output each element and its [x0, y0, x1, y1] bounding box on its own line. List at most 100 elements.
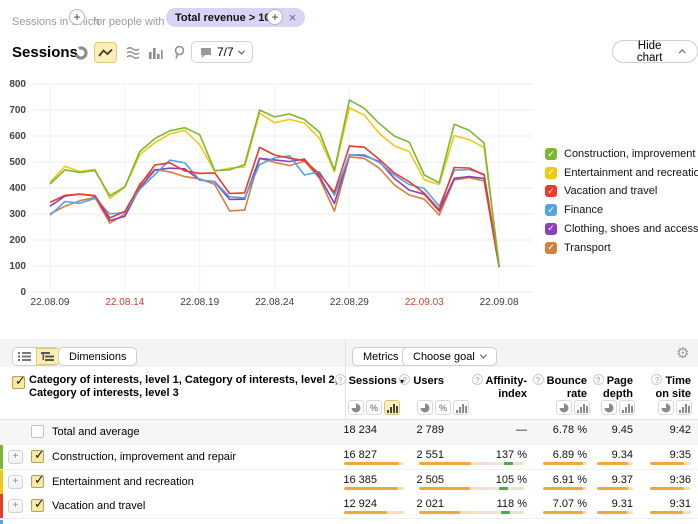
legend-item[interactable]: ✓Clothing, shoes and accessories — [545, 222, 698, 236]
map-chart-type-button[interactable] — [168, 42, 191, 63]
expand-row-button[interactable]: + — [8, 450, 23, 464]
help-icon[interactable]: ? — [335, 374, 346, 385]
choose-goal-button[interactable]: Choose goal — [402, 347, 497, 366]
table-row[interactable]: +Vacation and travel12 9242 021118 %7.07… — [0, 494, 698, 519]
column-chart-type-button[interactable] — [144, 42, 167, 63]
pie-display-button[interactable] — [601, 400, 617, 415]
bar-mini-icon — [679, 403, 690, 413]
metric-bar — [543, 462, 587, 465]
cell-value: 9:36 — [670, 474, 691, 486]
legend-checkbox-icon[interactable]: ✓ — [545, 185, 557, 197]
cell-value: 6.91 % — [553, 474, 587, 486]
pie-mini-icon — [604, 403, 614, 413]
legend-item[interactable]: ✓Entertainment and recreation — [545, 166, 698, 180]
x-tick-label: 22.09.08 — [469, 297, 529, 308]
column-header-sessions[interactable]: ? Sessions ▾ — [335, 374, 404, 389]
add-session-condition-button[interactable]: + — [69, 9, 85, 25]
row-checkbox[interactable] — [31, 425, 44, 438]
legend-checkbox-icon[interactable]: ✓ — [545, 223, 557, 235]
bar-display-button[interactable] — [574, 400, 590, 415]
legend-checkbox-icon[interactable]: ✓ — [545, 148, 557, 160]
column-header-affinity-[interactable]: ? Affinity-index — [472, 374, 527, 400]
row-label: Construction, improvement and repair — [52, 451, 236, 463]
percent-display-button[interactable]: % — [366, 400, 382, 415]
legend-checkbox-icon[interactable]: ✓ — [545, 204, 557, 216]
metric-bar — [344, 511, 404, 514]
metric-display-toggle: % — [348, 400, 400, 415]
bar-display-button[interactable] — [676, 400, 692, 415]
filter-chip-total-revenue[interactable]: Total revenue > 1000 × — [166, 8, 305, 27]
expand-row-button[interactable]: + — [8, 475, 23, 489]
chevron-up-icon — [679, 49, 686, 56]
x-tick-label: 22.08.14 — [95, 297, 155, 308]
metric-bar — [650, 487, 691, 490]
expand-row-button[interactable]: + — [8, 499, 23, 513]
x-tick-label: 22.08.29 — [319, 297, 379, 308]
add-people-condition-button[interactable]: + — [267, 9, 283, 25]
hide-chart-button[interactable]: Hide chart — [612, 40, 698, 63]
legend-checkbox-icon[interactable]: ✓ — [545, 167, 557, 179]
bar-display-button[interactable] — [619, 400, 635, 415]
gear-icon[interactable]: ⚙ — [676, 346, 689, 361]
cell-value: 18 234 — [343, 424, 377, 436]
chart-title: Sessions — [12, 44, 78, 61]
column-header-page[interactable]: ? Pagedepth — [593, 374, 633, 400]
legend-checkbox-icon[interactable]: ✓ — [545, 242, 557, 254]
help-icon[interactable]: ? — [472, 374, 483, 385]
row-checkbox[interactable] — [31, 499, 44, 512]
row-label: Entertainment and recreation — [52, 476, 194, 488]
legend-item[interactable]: ✓Transport — [545, 241, 611, 255]
cell-value: 16 385 — [343, 474, 377, 486]
legend-item[interactable]: ✓Vacation and travel — [545, 184, 657, 198]
metric-display-toggle — [556, 400, 590, 415]
stacked-areas-icon — [126, 46, 142, 60]
dimensions-button[interactable]: Dimensions — [58, 347, 137, 366]
table-row[interactable] — [0, 520, 698, 524]
table-row[interactable]: Total and average18 2342 789—6.78 %9.459… — [0, 420, 698, 445]
table-row[interactable]: +Construction, improvement and repair16 … — [0, 445, 698, 470]
legend-item[interactable]: ✓Finance — [545, 203, 603, 217]
stacked-chart-type-button[interactable] — [122, 42, 145, 63]
row-checkbox[interactable] — [31, 450, 44, 463]
remove-filter-icon[interactable]: × — [289, 13, 297, 23]
table-row[interactable]: +Entertainment and recreation16 3852 505… — [0, 470, 698, 495]
column-chart-icon — [148, 46, 163, 60]
y-tick-label: 300 — [0, 209, 26, 220]
cell-value: 9.34 — [612, 449, 633, 461]
list-view-button[interactable] — [13, 348, 36, 365]
percent-display-button[interactable]: % — [435, 400, 451, 415]
row-label: Vacation and travel — [52, 500, 145, 512]
pie-display-button[interactable] — [417, 400, 433, 415]
metric-bar — [650, 511, 691, 514]
row-checkbox[interactable] — [31, 475, 44, 488]
pie-display-button[interactable] — [556, 400, 572, 415]
cell-value: 9.45 — [612, 424, 633, 436]
chart-plot-area[interactable] — [33, 82, 533, 296]
pie-chart-type-icon[interactable] — [74, 46, 88, 65]
tree-view-button[interactable] — [36, 348, 59, 365]
segments-dropdown[interactable]: 7/7 — [191, 41, 253, 63]
column-header-bounce[interactable]: ? Bouncerate — [533, 374, 587, 400]
column-header-time[interactable]: ? Timeon site — [651, 374, 691, 400]
pie-display-button[interactable] — [348, 400, 364, 415]
help-icon[interactable]: ? — [399, 374, 410, 385]
cell-value: 9.37 — [612, 474, 633, 486]
bar-display-button[interactable] — [384, 400, 400, 415]
help-icon[interactable]: ? — [593, 374, 604, 385]
metrics-button[interactable]: Metrics — [352, 347, 409, 366]
affinity-indicator-bar — [476, 462, 524, 465]
help-icon[interactable]: ? — [651, 374, 662, 385]
cell-value: 105 % — [496, 474, 527, 486]
column-header-users[interactable]: ? Users — [399, 374, 444, 388]
y-tick-label: 200 — [0, 235, 26, 246]
pie-display-button[interactable] — [658, 400, 674, 415]
line-chart-type-button[interactable] — [94, 42, 117, 63]
help-icon[interactable]: ? — [533, 374, 544, 385]
dimension-select-all-checkbox[interactable] — [12, 376, 25, 389]
row-color-stripe — [0, 470, 3, 494]
metric-bar — [543, 511, 587, 514]
cell-value: 137 % — [496, 449, 527, 461]
metric-bar — [597, 511, 633, 514]
legend-item[interactable]: ✓Construction, improvement and repair — [545, 147, 698, 161]
bar-display-button[interactable] — [453, 400, 469, 415]
